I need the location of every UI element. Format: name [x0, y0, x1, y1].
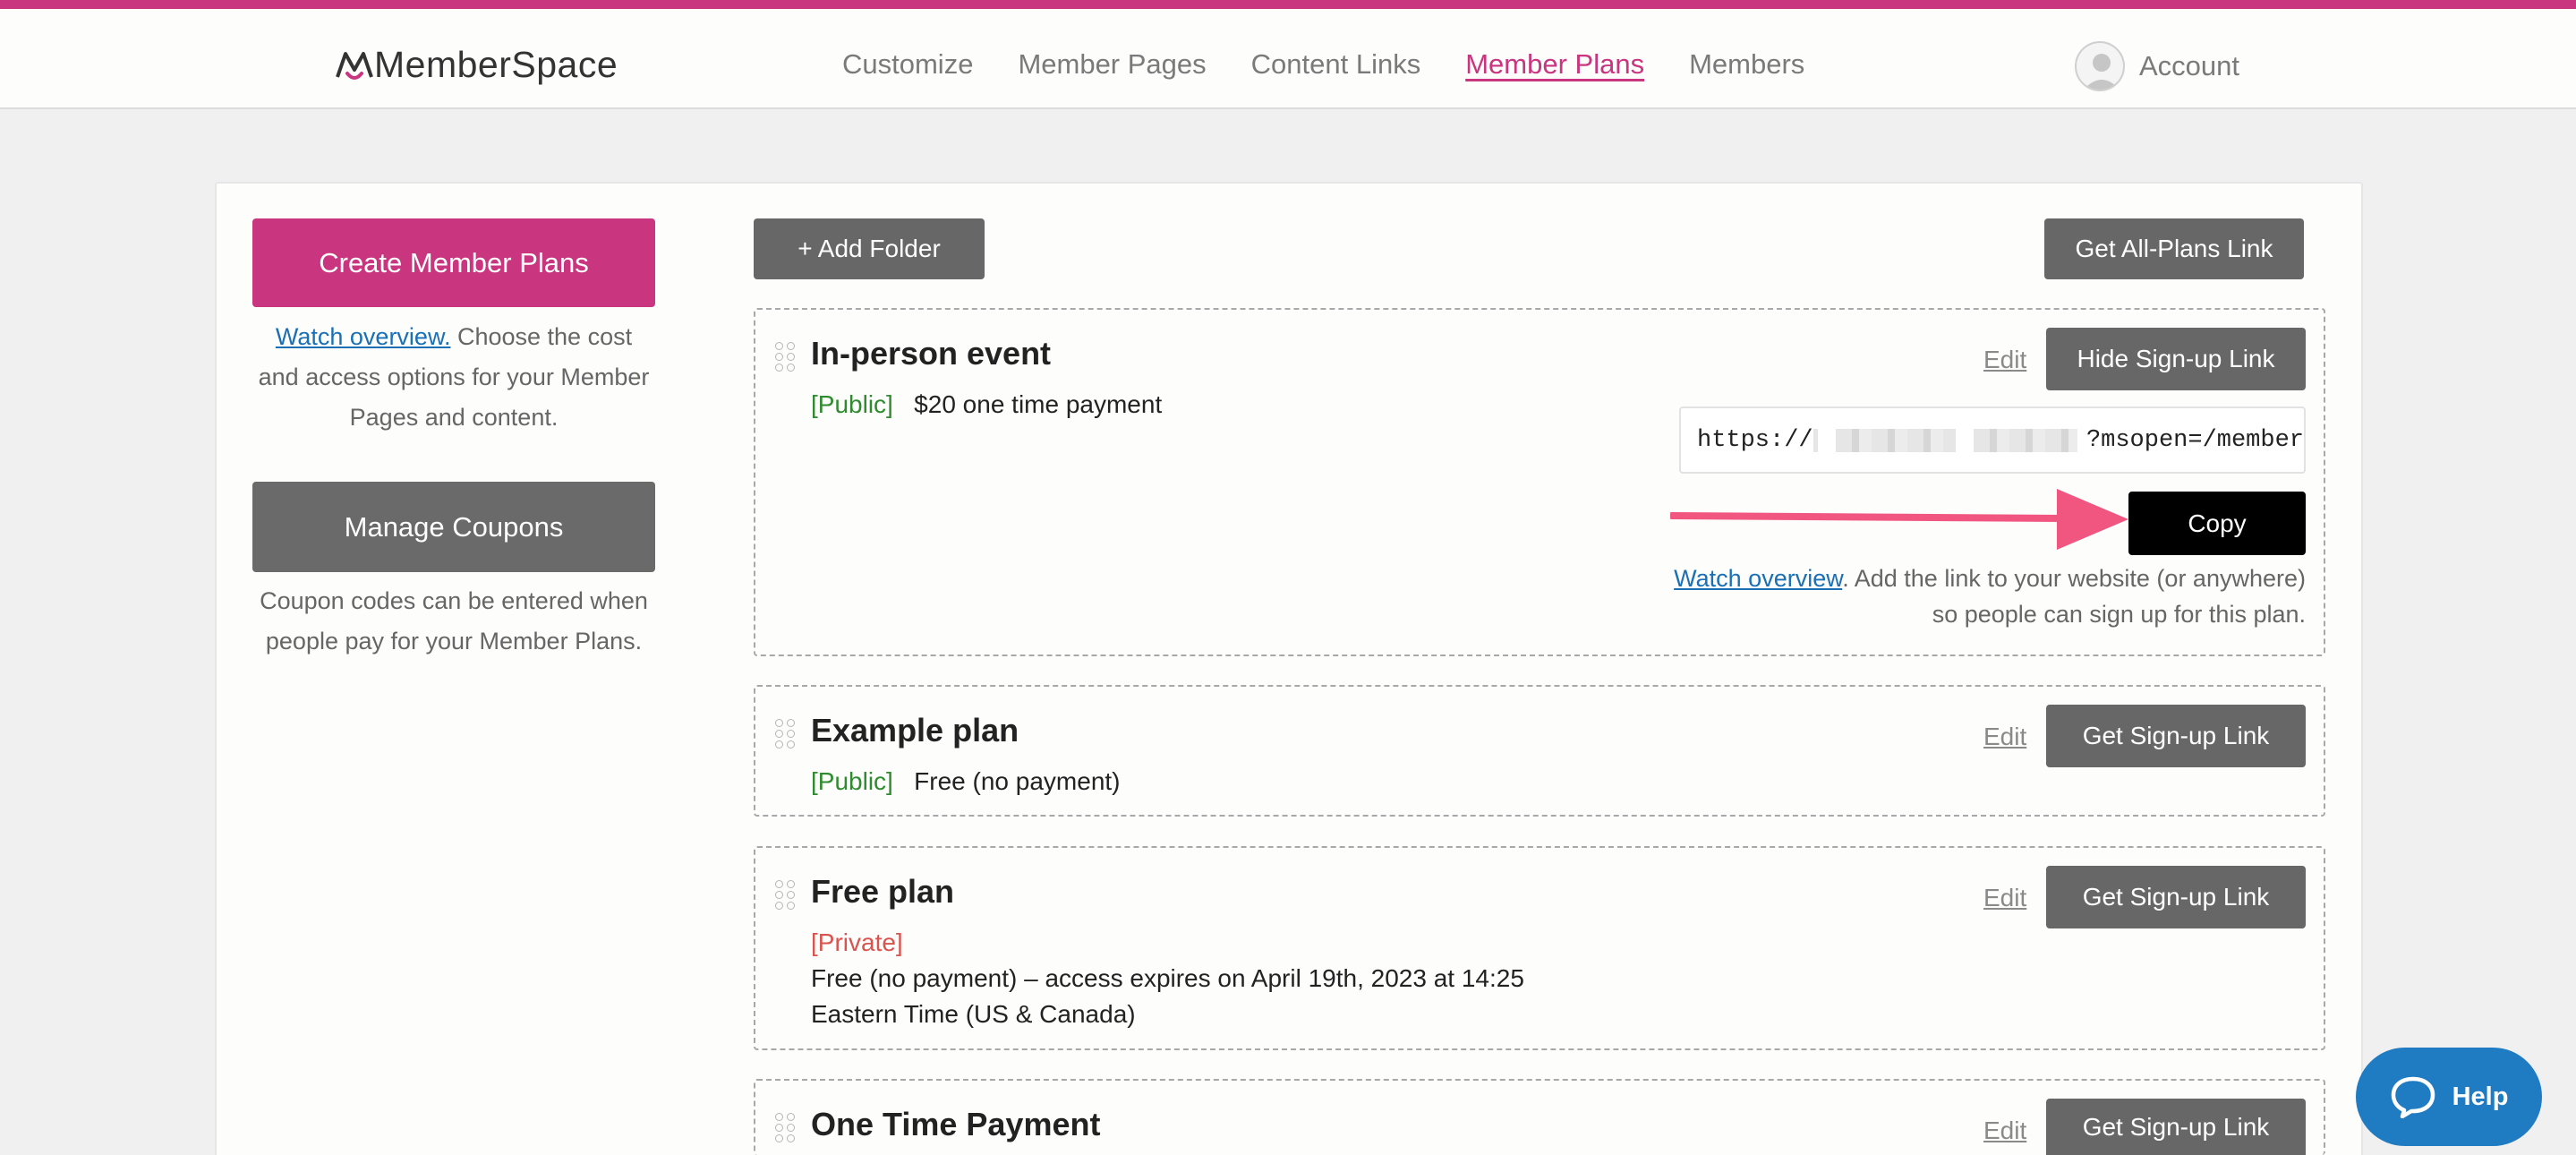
- signup-url-start: https://: [1697, 426, 1813, 454]
- chat-bubble-icon: [2391, 1076, 2435, 1118]
- visibility-badge: [Public]: [811, 390, 893, 418]
- top-navbar: MemberSpace Customize Member Pages Conte…: [0, 9, 2576, 109]
- plan-card-example-plan: Example plan [Public] Free (no payment) …: [754, 685, 2325, 817]
- edit-plan-link[interactable]: Edit: [1983, 346, 2026, 374]
- main-nav: Customize Member Pages Content Links Mem…: [842, 36, 1849, 93]
- redacted-url: [1813, 428, 1818, 452]
- plan-title: Example plan: [811, 712, 1019, 749]
- plan-pricing: [Public] $20 one time payment: [811, 390, 1162, 419]
- nav-members[interactable]: Members: [1689, 36, 1804, 93]
- plan-title: One Time Payment: [811, 1106, 1101, 1142]
- help-label: Help: [2452, 1082, 2509, 1111]
- create-member-plans-button[interactable]: Create Member Plans: [252, 218, 655, 307]
- coupons-description: Coupon codes can be entered when people …: [260, 587, 648, 654]
- signup-url-end: ?msopen=/member: [2086, 426, 2304, 454]
- nav-member-pages[interactable]: Member Pages: [1018, 36, 1206, 93]
- copy-link-button[interactable]: Copy: [2128, 492, 2306, 555]
- plan-card-free-plan: Free plan [Private] Free (no payment) – …: [754, 846, 2325, 1050]
- logo-m-icon: [336, 52, 373, 80]
- get-signup-link-button[interactable]: Get Sign-up Link: [2046, 705, 2306, 767]
- edit-plan-link[interactable]: Edit: [1983, 1116, 2026, 1145]
- plan-card-one-time-payment: One Time Payment Edit Get Sign-up Link: [754, 1079, 2325, 1155]
- annotation-arrow-icon: [1670, 489, 2128, 550]
- plan-title: Free plan: [811, 873, 955, 910]
- plan-price: Free (no payment) – access expires on Ap…: [811, 964, 1524, 992]
- plan-price: Free (no payment): [914, 767, 1121, 795]
- redacted-url: [1973, 428, 2077, 452]
- plan-pricing: [Public] Free (no payment): [811, 767, 1121, 796]
- redacted-url: [1835, 428, 1956, 452]
- top-accent-bar: [0, 0, 2576, 9]
- nav-member-plans[interactable]: Member Plans: [1465, 36, 1644, 93]
- get-signup-link-button[interactable]: Get Sign-up Link: [2046, 866, 2306, 928]
- signup-link-description: Watch overview. Add the link to your web…: [1665, 560, 2306, 632]
- account-label: Account: [2139, 50, 2240, 81]
- hide-signup-link-button[interactable]: Hide Sign-up Link: [2046, 328, 2306, 390]
- signup-url-field[interactable]: https:// ?msopen=/member: [1679, 406, 2306, 474]
- logo-text: MemberSpace: [374, 43, 618, 85]
- edit-plan-link[interactable]: Edit: [1983, 884, 2026, 912]
- nav-customize[interactable]: Customize: [842, 36, 973, 93]
- account-menu[interactable]: Account: [2075, 41, 2239, 91]
- plan-price: $20 one time payment: [914, 390, 1163, 418]
- user-avatar-icon: [2075, 41, 2125, 91]
- get-signup-link-button[interactable]: Get Sign-up Link: [2046, 1099, 2306, 1155]
- visibility-badge: [Public]: [811, 767, 893, 795]
- plan-price-timezone: Eastern Time (US & Canada): [811, 1000, 1136, 1028]
- visibility-badge: [Private]: [811, 928, 903, 956]
- edit-plan-link[interactable]: Edit: [1983, 723, 2026, 751]
- drag-handle-icon[interactable]: [775, 342, 795, 372]
- nav-content-links[interactable]: Content Links: [1251, 36, 1421, 93]
- drag-handle-icon[interactable]: [775, 719, 795, 749]
- get-all-plans-link-button[interactable]: Get All-Plans Link: [2044, 218, 2304, 279]
- watch-overview-link-2[interactable]: Watch overview: [1674, 565, 1842, 592]
- watch-overview-link[interactable]: Watch overview.: [276, 323, 451, 350]
- drag-handle-icon[interactable]: [775, 880, 795, 910]
- create-plans-description: Watch overview. Choose the cost and acce…: [252, 317, 655, 438]
- manage-coupons-button[interactable]: Manage Coupons: [252, 482, 655, 572]
- help-widget-button[interactable]: Help: [2356, 1048, 2542, 1146]
- signup-link-desc-text: . Add the link to your website (or anywh…: [1842, 565, 2306, 628]
- add-folder-button[interactable]: + Add Folder: [754, 218, 985, 279]
- memberspace-logo[interactable]: MemberSpace: [335, 39, 618, 90]
- plan-title: In-person event: [811, 335, 1052, 372]
- drag-handle-icon[interactable]: [775, 1113, 795, 1142]
